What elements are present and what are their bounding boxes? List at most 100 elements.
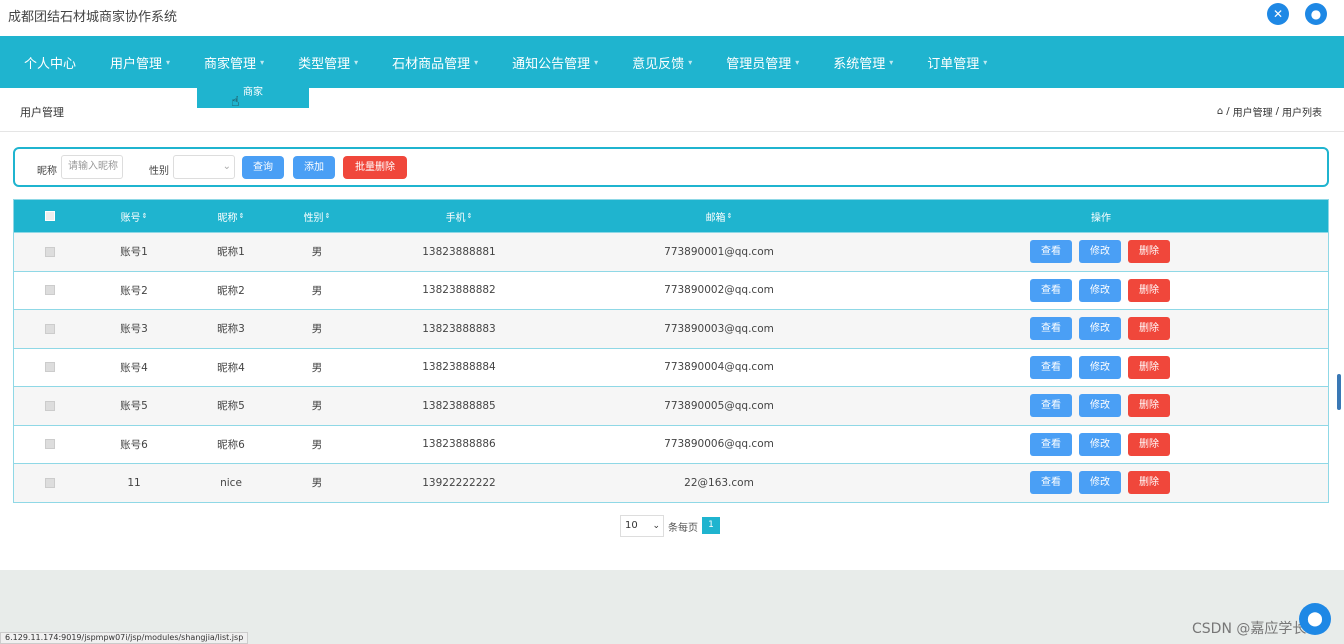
floating-action-button[interactable]: ⬤ [1299, 603, 1331, 635]
table-row: 账号6 昵称6 男 13823888886 773890006@qq.com 查看 修改 删除 [14, 424, 1328, 463]
row-checkbox[interactable] [45, 362, 55, 373]
user-table: 账号 ⇕ 昵称 ⇕ 性别 ⇕ 手机 ⇕ 邮箱 ⇕ 操作 账号1 昵称1 男 1382388888… [13, 199, 1329, 503]
scrollbar[interactable] [1337, 374, 1341, 410]
home-icon[interactable]: ⌂ [1217, 106, 1223, 117]
table-row: 账号1 昵称1 男 13823888881 773890001@qq.com 查看 修改 删除 [14, 232, 1328, 271]
delete-button[interactable]: 删除 [1128, 317, 1170, 340]
cell-account: 11 [127, 476, 141, 489]
cell-nickname: 昵称5 [217, 400, 245, 413]
gender-select[interactable]: ⌄ [173, 155, 235, 179]
caret-down-icon: ▾ [795, 57, 800, 67]
column-header-account[interactable]: 账号 ⇕ [104, 200, 164, 232]
sort-icon: ⇕ [141, 212, 148, 220]
row-checkbox[interactable] [45, 246, 55, 257]
row-checkbox[interactable] [45, 400, 55, 411]
edit-button[interactable]: 修改 [1079, 278, 1121, 302]
cell-account: 账号4 [120, 361, 148, 374]
settings-cross-icon[interactable]: ✕ [1267, 3, 1289, 25]
cell-gender: 男 [311, 246, 323, 259]
delete-button[interactable]: 删除 [1128, 278, 1170, 302]
column-header-actions: 操作 [1091, 212, 1111, 224]
cell-account: 账号3 [120, 323, 148, 336]
view-button[interactable]: 查看 [1030, 394, 1072, 417]
nav-item[interactable]: 石材商品管理 ▾ [380, 36, 490, 88]
delete-button[interactable]: 删除 [1128, 355, 1170, 379]
view-button[interactable]: 查看 [1030, 432, 1072, 456]
nav-item[interactable]: 用户管理 ▾ [98, 36, 182, 88]
sort-icon: ⇕ [726, 212, 733, 220]
edit-button[interactable]: 修改 [1079, 355, 1121, 379]
cell-phone: 13823888886 [422, 438, 496, 451]
cell-phone: 13823888882 [422, 284, 496, 297]
delete-button[interactable]: 删除 [1128, 394, 1170, 417]
sort-icon: ⇕ [238, 212, 245, 220]
pagination-page-1[interactable]: 1 [702, 517, 720, 534]
nav-item[interactable]: 意见反馈 ▾ [620, 36, 704, 88]
mouse-cursor-icon: ☝ [231, 94, 240, 110]
caret-down-icon: ▾ [166, 57, 171, 67]
row-checkbox[interactable] [45, 439, 55, 450]
nickname-input[interactable]: 请输入昵称 [61, 155, 123, 179]
page-title: 用户管理 [20, 106, 64, 119]
caret-down-icon: ▾ [594, 57, 599, 67]
nav-item[interactable]: 个人中心 [12, 36, 88, 88]
cell-email: 773890003@qq.com [664, 322, 774, 335]
edit-button[interactable]: 修改 [1079, 240, 1121, 263]
delete-button[interactable]: 删除 [1128, 432, 1170, 456]
row-checkbox[interactable] [45, 323, 55, 334]
table-row: 账号4 昵称4 男 13823888884 773890004@qq.com 查看 修改 删除 [14, 347, 1328, 386]
top-bar: 成都团结石材城商家协作系统 ✕ ● [0, 0, 1344, 36]
column-header-nickname[interactable]: 昵称 ⇕ [201, 200, 261, 232]
edit-button[interactable]: 修改 [1079, 471, 1121, 494]
cell-email: 773890006@qq.com [664, 438, 774, 451]
caret-down-icon: ▾ [983, 57, 988, 67]
user-icon[interactable]: ● [1305, 3, 1327, 25]
table-body: 账号1 昵称1 男 13823888881 773890001@qq.com 查看 修改 删除… [14, 232, 1328, 502]
gender-label: 性别 [149, 166, 169, 177]
nav-item[interactable]: 系统管理 ▾ [821, 36, 905, 88]
nav-item[interactable]: 管理员管理 ▾ [714, 36, 811, 88]
caret-down-icon: ▾ [354, 57, 359, 67]
column-header-email[interactable]: 邮箱 ⇕ [679, 200, 759, 232]
cell-account: 账号6 [120, 438, 148, 451]
status-bar-url: 6.129.11.174:9019/jspmpw07i/jsp/modules/… [0, 632, 249, 644]
nav-dropdown-item-merchant[interactable]: 商家 [197, 80, 309, 108]
row-checkbox[interactable] [45, 477, 55, 488]
cell-gender: 男 [311, 361, 323, 374]
edit-button[interactable]: 修改 [1079, 432, 1121, 456]
sort-icon: ⇕ [466, 212, 473, 220]
cell-nickname: nice [220, 476, 242, 489]
cell-nickname: 昵称6 [217, 438, 245, 451]
view-button[interactable]: 查看 [1030, 240, 1072, 263]
cell-account: 账号5 [120, 400, 148, 413]
row-checkbox[interactable] [45, 285, 55, 296]
view-button[interactable]: 查看 [1030, 471, 1072, 494]
breadcrumb-item: 用户列表 [1282, 108, 1322, 119]
nav-item[interactable]: 通知公告管理 ▾ [500, 36, 610, 88]
query-button[interactable]: 查询 [242, 156, 284, 179]
column-header-phone[interactable]: 手机 ⇕ [419, 200, 499, 232]
batch-delete-button[interactable]: 批量删除 [343, 156, 407, 179]
page-size-select[interactable]: 10 ⌄ [620, 515, 664, 537]
cell-account: 账号1 [120, 246, 148, 259]
caret-down-icon: ▾ [474, 57, 479, 67]
cell-gender: 男 [311, 438, 323, 451]
sort-icon: ⇕ [324, 212, 331, 220]
view-button[interactable]: 查看 [1030, 317, 1072, 340]
cell-phone: 13823888881 [422, 245, 496, 258]
breadcrumb-item[interactable]: 用户管理 [1233, 104, 1273, 119]
edit-button[interactable]: 修改 [1079, 394, 1121, 417]
delete-button[interactable]: 删除 [1128, 471, 1170, 494]
cell-nickname: 昵称3 [217, 323, 245, 336]
delete-button[interactable]: 删除 [1128, 240, 1170, 263]
nav-item[interactable]: 订单管理 ▾ [915, 36, 999, 88]
cell-gender: 男 [311, 284, 323, 297]
edit-button[interactable]: 修改 [1079, 317, 1121, 340]
cell-email: 773890002@qq.com [664, 284, 774, 297]
view-button[interactable]: 查看 [1030, 278, 1072, 302]
table-row: 账号5 昵称5 男 13823888885 773890005@qq.com 查看 修改 删除 [14, 386, 1328, 425]
add-button[interactable]: 添加 [293, 156, 335, 179]
column-header-gender[interactable]: 性别 ⇕ [287, 200, 347, 232]
view-button[interactable]: 查看 [1030, 355, 1072, 379]
select-all-checkbox[interactable] [45, 211, 55, 221]
